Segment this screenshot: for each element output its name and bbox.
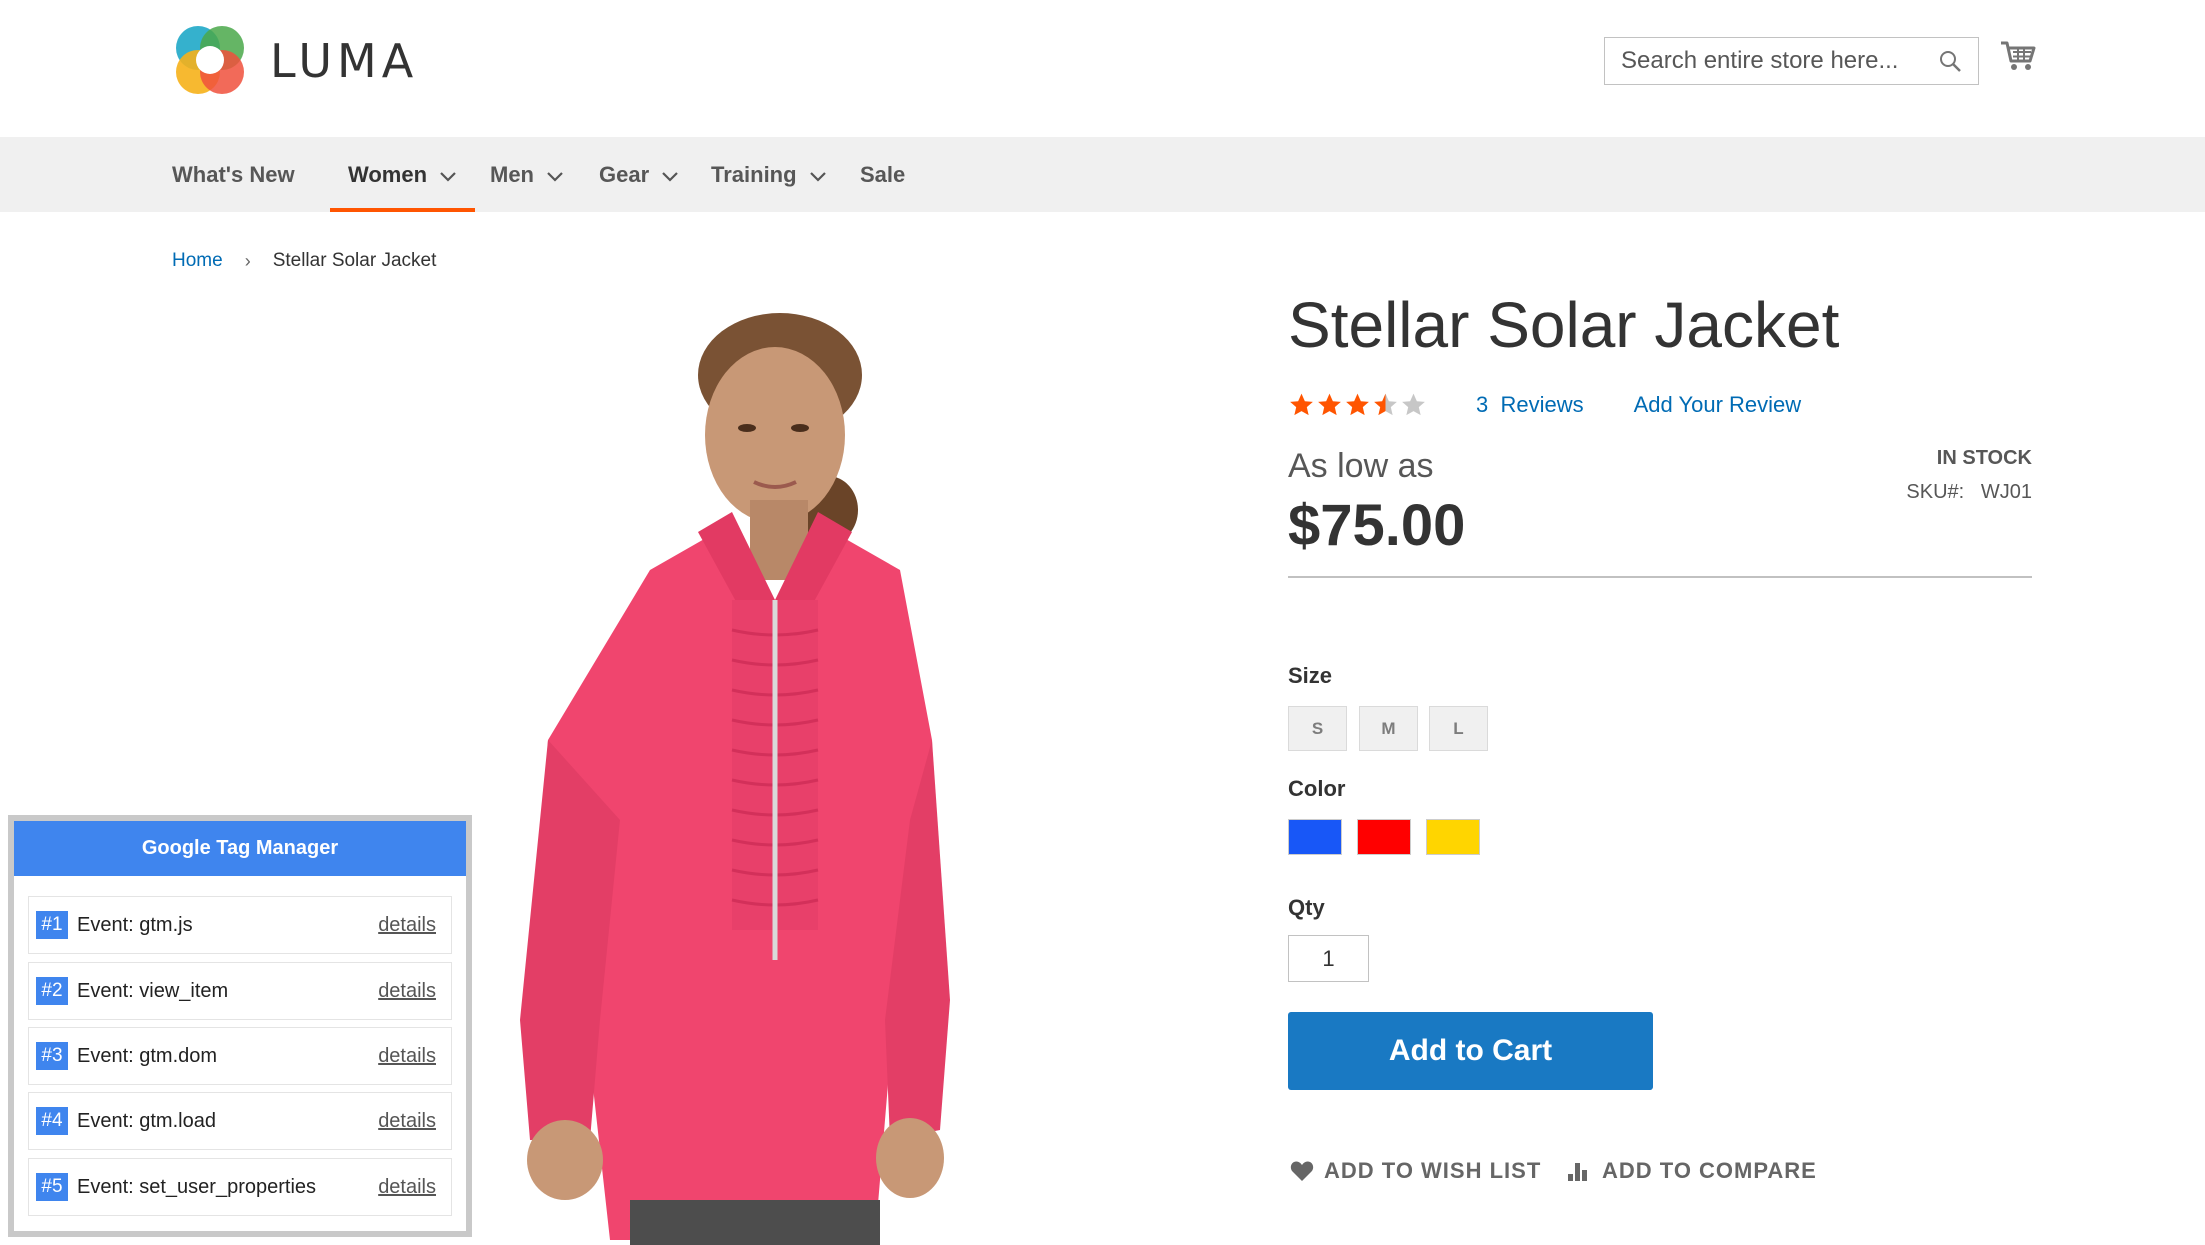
nav-item-label: Men (490, 161, 534, 187)
color-swatch-red[interactable] (1357, 819, 1411, 855)
nav-item-men[interactable]: Men (490, 137, 564, 212)
gtm-details-link[interactable]: details (378, 914, 436, 937)
product-image[interactable] (470, 300, 970, 1245)
add-to-wishlist-link[interactable]: ADD TO WISH LIST (1290, 1158, 1541, 1184)
star-filled-icon (1346, 393, 1369, 416)
compare-chart-icon (1568, 1163, 1587, 1181)
sku-label: SKU#: (1906, 481, 1965, 503)
gtm-event-text: Event: view_item (77, 979, 229, 1002)
search-icon[interactable] (1938, 49, 1962, 73)
add-review-link[interactable]: Add Your Review (1634, 392, 1802, 418)
luma-logo[interactable]: LUMA (172, 22, 418, 100)
reviews-link[interactable]: 3 Reviews (1476, 392, 1584, 418)
gtm-details-link[interactable]: details (378, 1045, 436, 1068)
color-swatch-blue[interactable] (1288, 819, 1342, 855)
size-swatch-s[interactable]: S (1288, 706, 1347, 751)
nav-item-sale[interactable]: Sale (860, 137, 905, 212)
gtm-panel-title: Google Tag Manager (14, 821, 466, 876)
star-empty-icon (1402, 393, 1425, 416)
chevron-down-icon (440, 171, 456, 182)
chevron-down-icon (662, 171, 678, 182)
site-header: LUMA (0, 0, 2205, 137)
gtm-event-badge: #1 (36, 911, 68, 939)
gtm-event-badge: #2 (36, 977, 68, 1005)
product-price: $75.00 (1288, 493, 1466, 558)
luma-logo-icon (176, 26, 244, 94)
main-nav: What's New Women Men Gear Training Sale (0, 137, 2205, 212)
reviews-label: Reviews (1500, 392, 1584, 417)
rating-stars (1288, 392, 1428, 418)
sku-value: WJ01 (1980, 481, 2032, 503)
size-label: Size (1288, 663, 1333, 688)
gtm-event-row: #2 Event: view_item details (28, 962, 452, 1020)
qty-label: Qty (1288, 895, 1325, 920)
nav-item-gear[interactable]: Gear (599, 137, 679, 212)
star-filled-icon (1318, 393, 1341, 416)
nav-item-women[interactable]: Women (329, 137, 476, 212)
breadcrumb-current: Stellar Solar Jacket (272, 250, 437, 271)
heart-icon (1290, 1161, 1314, 1181)
nav-item-whats-new[interactable]: What's New (172, 137, 295, 212)
nav-item-label: Sale (860, 161, 906, 187)
gtm-event-text: Event: gtm.load (77, 1109, 216, 1132)
nav-item-training[interactable]: Training (711, 137, 827, 212)
nav-item-label: Gear (599, 161, 650, 187)
price-divider (1288, 576, 2032, 578)
product-rating: 3 Reviews Add Your Review (1288, 392, 1801, 418)
nav-item-label: Women (348, 161, 428, 187)
reviews-count: 3 (1476, 392, 1489, 417)
gtm-event-text: Event: set_user_properties (77, 1175, 317, 1198)
star-filled-icon (1290, 393, 1313, 416)
chevron-down-icon (809, 171, 826, 182)
breadcrumb: Home › Stellar Solar Jacket (172, 250, 436, 272)
sku: SKU#: WJ01 (1906, 481, 2032, 504)
cart-icon[interactable] (2000, 40, 2036, 72)
nav-item-label: What's New (172, 161, 295, 187)
gtm-event-badge: #4 (36, 1107, 68, 1135)
product-title: Stellar Solar Jacket (1288, 289, 1840, 361)
search-box (1604, 37, 1979, 85)
star-half-icon (1374, 393, 1397, 416)
gtm-event-text: Event: gtm.dom (77, 1044, 218, 1067)
size-swatch-l[interactable]: L (1429, 706, 1488, 751)
chevron-down-icon (547, 171, 563, 182)
compare-label: ADD TO COMPARE (1602, 1158, 1817, 1183)
gtm-event-badge: #5 (36, 1173, 68, 1201)
gtm-event-row: #3 Event: gtm.dom details (28, 1027, 452, 1085)
color-label: Color (1288, 776, 1346, 801)
size-swatch-m[interactable]: M (1359, 706, 1418, 751)
gtm-event-badge: #3 (36, 1042, 68, 1070)
nav-item-label: Training (711, 161, 797, 187)
color-swatch-yellow[interactable] (1426, 819, 1480, 855)
gtm-details-link[interactable]: details (378, 980, 436, 1003)
gtm-details-link[interactable]: details (378, 1110, 436, 1133)
gtm-event-text: Event: gtm.js (77, 913, 193, 936)
as-low-as-label: As low as (1288, 447, 1434, 485)
search-input[interactable] (1619, 39, 1939, 83)
gtm-debug-panel: Google Tag Manager #1 Event: gtm.js deta… (8, 815, 472, 1237)
breadcrumb-separator: › (244, 250, 251, 271)
breadcrumb-home-link[interactable]: Home (172, 250, 223, 272)
gtm-event-row: #1 Event: gtm.js details (28, 896, 452, 954)
stock-status: IN STOCK (1936, 447, 2032, 469)
qty-input[interactable] (1288, 935, 1369, 982)
logo-text: LUMA (270, 34, 419, 88)
add-to-cart-button[interactable]: Add to Cart (1288, 1012, 1653, 1090)
add-to-compare-link[interactable]: ADD TO COMPARE (1568, 1158, 1817, 1184)
gtm-details-link[interactable]: details (378, 1176, 436, 1199)
wishlist-label: ADD TO WISH LIST (1324, 1158, 1542, 1183)
gtm-event-row: #4 Event: gtm.load details (28, 1092, 452, 1150)
gtm-event-row: #5 Event: set_user_properties details (28, 1158, 452, 1216)
